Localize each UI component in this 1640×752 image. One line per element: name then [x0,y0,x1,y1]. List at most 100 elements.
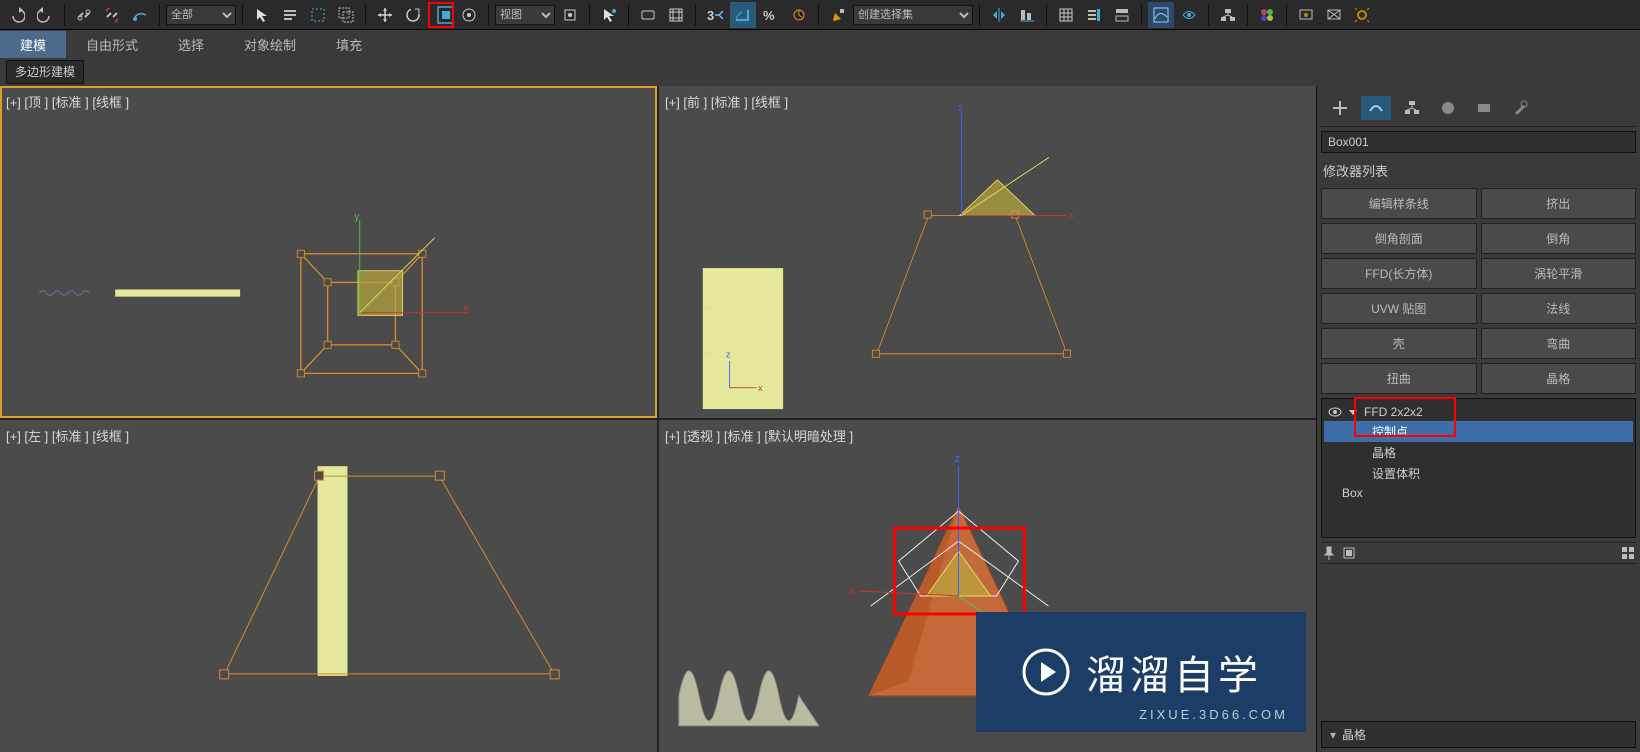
viewport-top[interactable]: [+] [顶 ] [标准 ] [线框 ] [0,86,657,418]
render-frame-icon[interactable] [1321,2,1347,28]
modifier-stack[interactable]: FFD 2x2x2 控制点 晶格 设置体积 Box [1321,398,1636,538]
viewport-left[interactable]: [+] [左 ] [标准 ] [线框 ] [0,420,657,752]
modifier-quick-buttons: 编辑样条线 挤出 倒角剖面 倒角 FFD(长方体) 涡轮平滑 UVW 贴图 法线… [1321,188,1636,394]
mod-btn-bend[interactable]: 弯曲 [1481,328,1637,359]
show-end-result-icon[interactable] [1341,545,1357,561]
dope-sheet-icon[interactable] [1176,2,1202,28]
use-pivot-center-icon[interactable] [557,2,583,28]
expand-icon[interactable] [1348,407,1358,417]
stack-base-box[interactable]: Box [1324,484,1633,502]
tab-freeform[interactable]: 自由形式 [66,31,158,58]
percent-snap-icon[interactable]: % [758,2,784,28]
mirror-icon[interactable] [986,2,1012,28]
link-icon[interactable] [71,2,97,28]
angle-snap-icon[interactable] [730,2,756,28]
scale-icon[interactable] [428,2,454,28]
mod-btn-turbosmooth[interactable]: 涡轮平滑 [1481,258,1637,289]
keyboard-shortcut-icon[interactable] [635,2,661,28]
stack-set-volume[interactable]: 设置体积 [1324,463,1633,484]
create-panel-icon[interactable] [1325,96,1355,120]
select-object-icon[interactable] [249,2,275,28]
rollout-lattice-label: 晶格 [1342,726,1366,743]
svg-text:z: z [726,349,731,359]
rollout-lattice-header[interactable]: ▾ 晶格 [1321,721,1636,748]
motion-panel-icon[interactable] [1433,96,1463,120]
mod-btn-extrude[interactable]: 挤出 [1481,188,1637,219]
move-icon[interactable] [372,2,398,28]
snap-3d-icon[interactable]: 3 [702,2,728,28]
redo-icon[interactable] [32,2,58,28]
svg-text:z: z [955,453,960,465]
stack-control-points[interactable]: 控制点 [1324,421,1633,442]
ribbon-panel-polymodeling[interactable]: 多边形建模 [6,60,84,84]
rotate-icon[interactable] [400,2,426,28]
mod-btn-bevel-profile[interactable]: 倒角剖面 [1321,223,1477,254]
align-icon[interactable] [1014,2,1040,28]
edit-named-sel-icon[interactable] [825,2,851,28]
undo-icon[interactable] [4,2,30,28]
viewports: [+] [顶 ] [标准 ] [线框 ] [0,86,1316,752]
spinner-snap-icon[interactable] [786,2,812,28]
mod-btn-shell[interactable]: 壳 [1321,328,1477,359]
viewport-canvas: x y x y [0,86,657,418]
svg-text:. . . . .: . . . . . [706,288,715,292]
viewport-label[interactable]: [+] [透视 ] [标准 ] [默认明暗处理 ] [665,426,853,445]
toggle-ribbon-icon[interactable] [1109,2,1135,28]
stack-lattice[interactable]: 晶格 [1324,442,1633,463]
watermark-url: ZIXUE.3D66.COM [1139,707,1288,722]
viewport-label[interactable]: [+] [前 ] [标准 ] [线框 ] [665,92,788,111]
mod-btn-lattice[interactable]: 晶格 [1481,363,1637,394]
select-manipulate-icon[interactable] [596,2,622,28]
select-by-name-icon[interactable] [277,2,303,28]
mod-btn-bevel[interactable]: 倒角 [1481,223,1637,254]
stack-ffd[interactable]: FFD 2x2x2 [1324,403,1633,421]
render-setup-icon[interactable] [1293,2,1319,28]
svg-text:x: x [463,303,468,314]
schematic-view-icon[interactable] [1215,2,1241,28]
configure-modifier-sets-icon[interactable] [1620,545,1636,561]
viewport-front[interactable]: [+] [前 ] [标准 ] [线框 ] . . . . .. . .. ...… [659,86,1316,418]
render-icon[interactable] [1349,2,1375,28]
reference-coordinate-dropdown[interactable]: 视图 [495,5,555,25]
layer-explorer-icon[interactable] [1053,2,1079,28]
mod-btn-ffd-box[interactable]: FFD(长方体) [1321,258,1477,289]
viewport-canvas [0,420,657,752]
modifier-list-label[interactable]: 修改器列表 [1321,157,1636,184]
main-toolbar: 全部 视图 3 % 创建选择集 [0,0,1640,30]
svg-text:x: x [1069,210,1074,221]
mod-btn-uvw-map[interactable]: UVW 贴图 [1321,293,1477,324]
svg-text:3: 3 [707,8,714,23]
modify-panel-icon[interactable] [1361,96,1391,120]
object-name-field[interactable] [1321,131,1636,153]
selection-filter-dropdown[interactable]: 全部 [166,5,236,25]
utilities-panel-icon[interactable] [1505,96,1535,120]
select-window-crossing-icon[interactable] [333,2,359,28]
mod-btn-normal[interactable]: 法线 [1481,293,1637,324]
mod-btn-twist[interactable]: 扭曲 [1321,363,1477,394]
eye-icon[interactable] [1328,405,1342,419]
mod-btn-edit-spline[interactable]: 编辑样条线 [1321,188,1477,219]
viewport-label[interactable]: [+] [左 ] [标准 ] [线框 ] [6,426,129,445]
bind-icon[interactable] [127,2,153,28]
command-panel: 修改器列表 编辑样条线 挤出 倒角剖面 倒角 FFD(长方体) 涡轮平滑 UVW… [1316,86,1640,752]
ribbon-tabbar: 建模 自由形式 选择 对象绘制 填充 [0,30,1640,58]
viewport-perspective[interactable]: [+] [透视 ] [标准 ] [默认明暗处理 ] [659,420,1316,752]
viewport-label[interactable]: [+] [顶 ] [标准 ] [线框 ] [6,92,129,111]
scene-explorer-icon[interactable] [1081,2,1107,28]
display-panel-icon[interactable] [1469,96,1499,120]
snap-toggle-icon[interactable] [663,2,689,28]
tab-populate[interactable]: 填充 [316,31,382,58]
unlink-icon[interactable] [99,2,125,28]
named-selection-dropdown[interactable]: 创建选择集 [853,5,973,25]
watermark-logo: 溜溜自学 ZIXUE.3D66.COM [976,612,1306,732]
material-editor-icon[interactable] [1254,2,1280,28]
placement-icon[interactable] [456,2,482,28]
select-region-rect-icon[interactable] [305,2,331,28]
tab-selection[interactable]: 选择 [158,31,224,58]
svg-text:z: z [958,103,963,114]
pin-stack-icon[interactable] [1321,545,1337,561]
tab-object-paint[interactable]: 对象绘制 [224,31,316,58]
curve-editor-icon[interactable] [1148,2,1174,28]
hierarchy-panel-icon[interactable] [1397,96,1427,120]
tab-modeling[interactable]: 建模 [0,31,66,58]
